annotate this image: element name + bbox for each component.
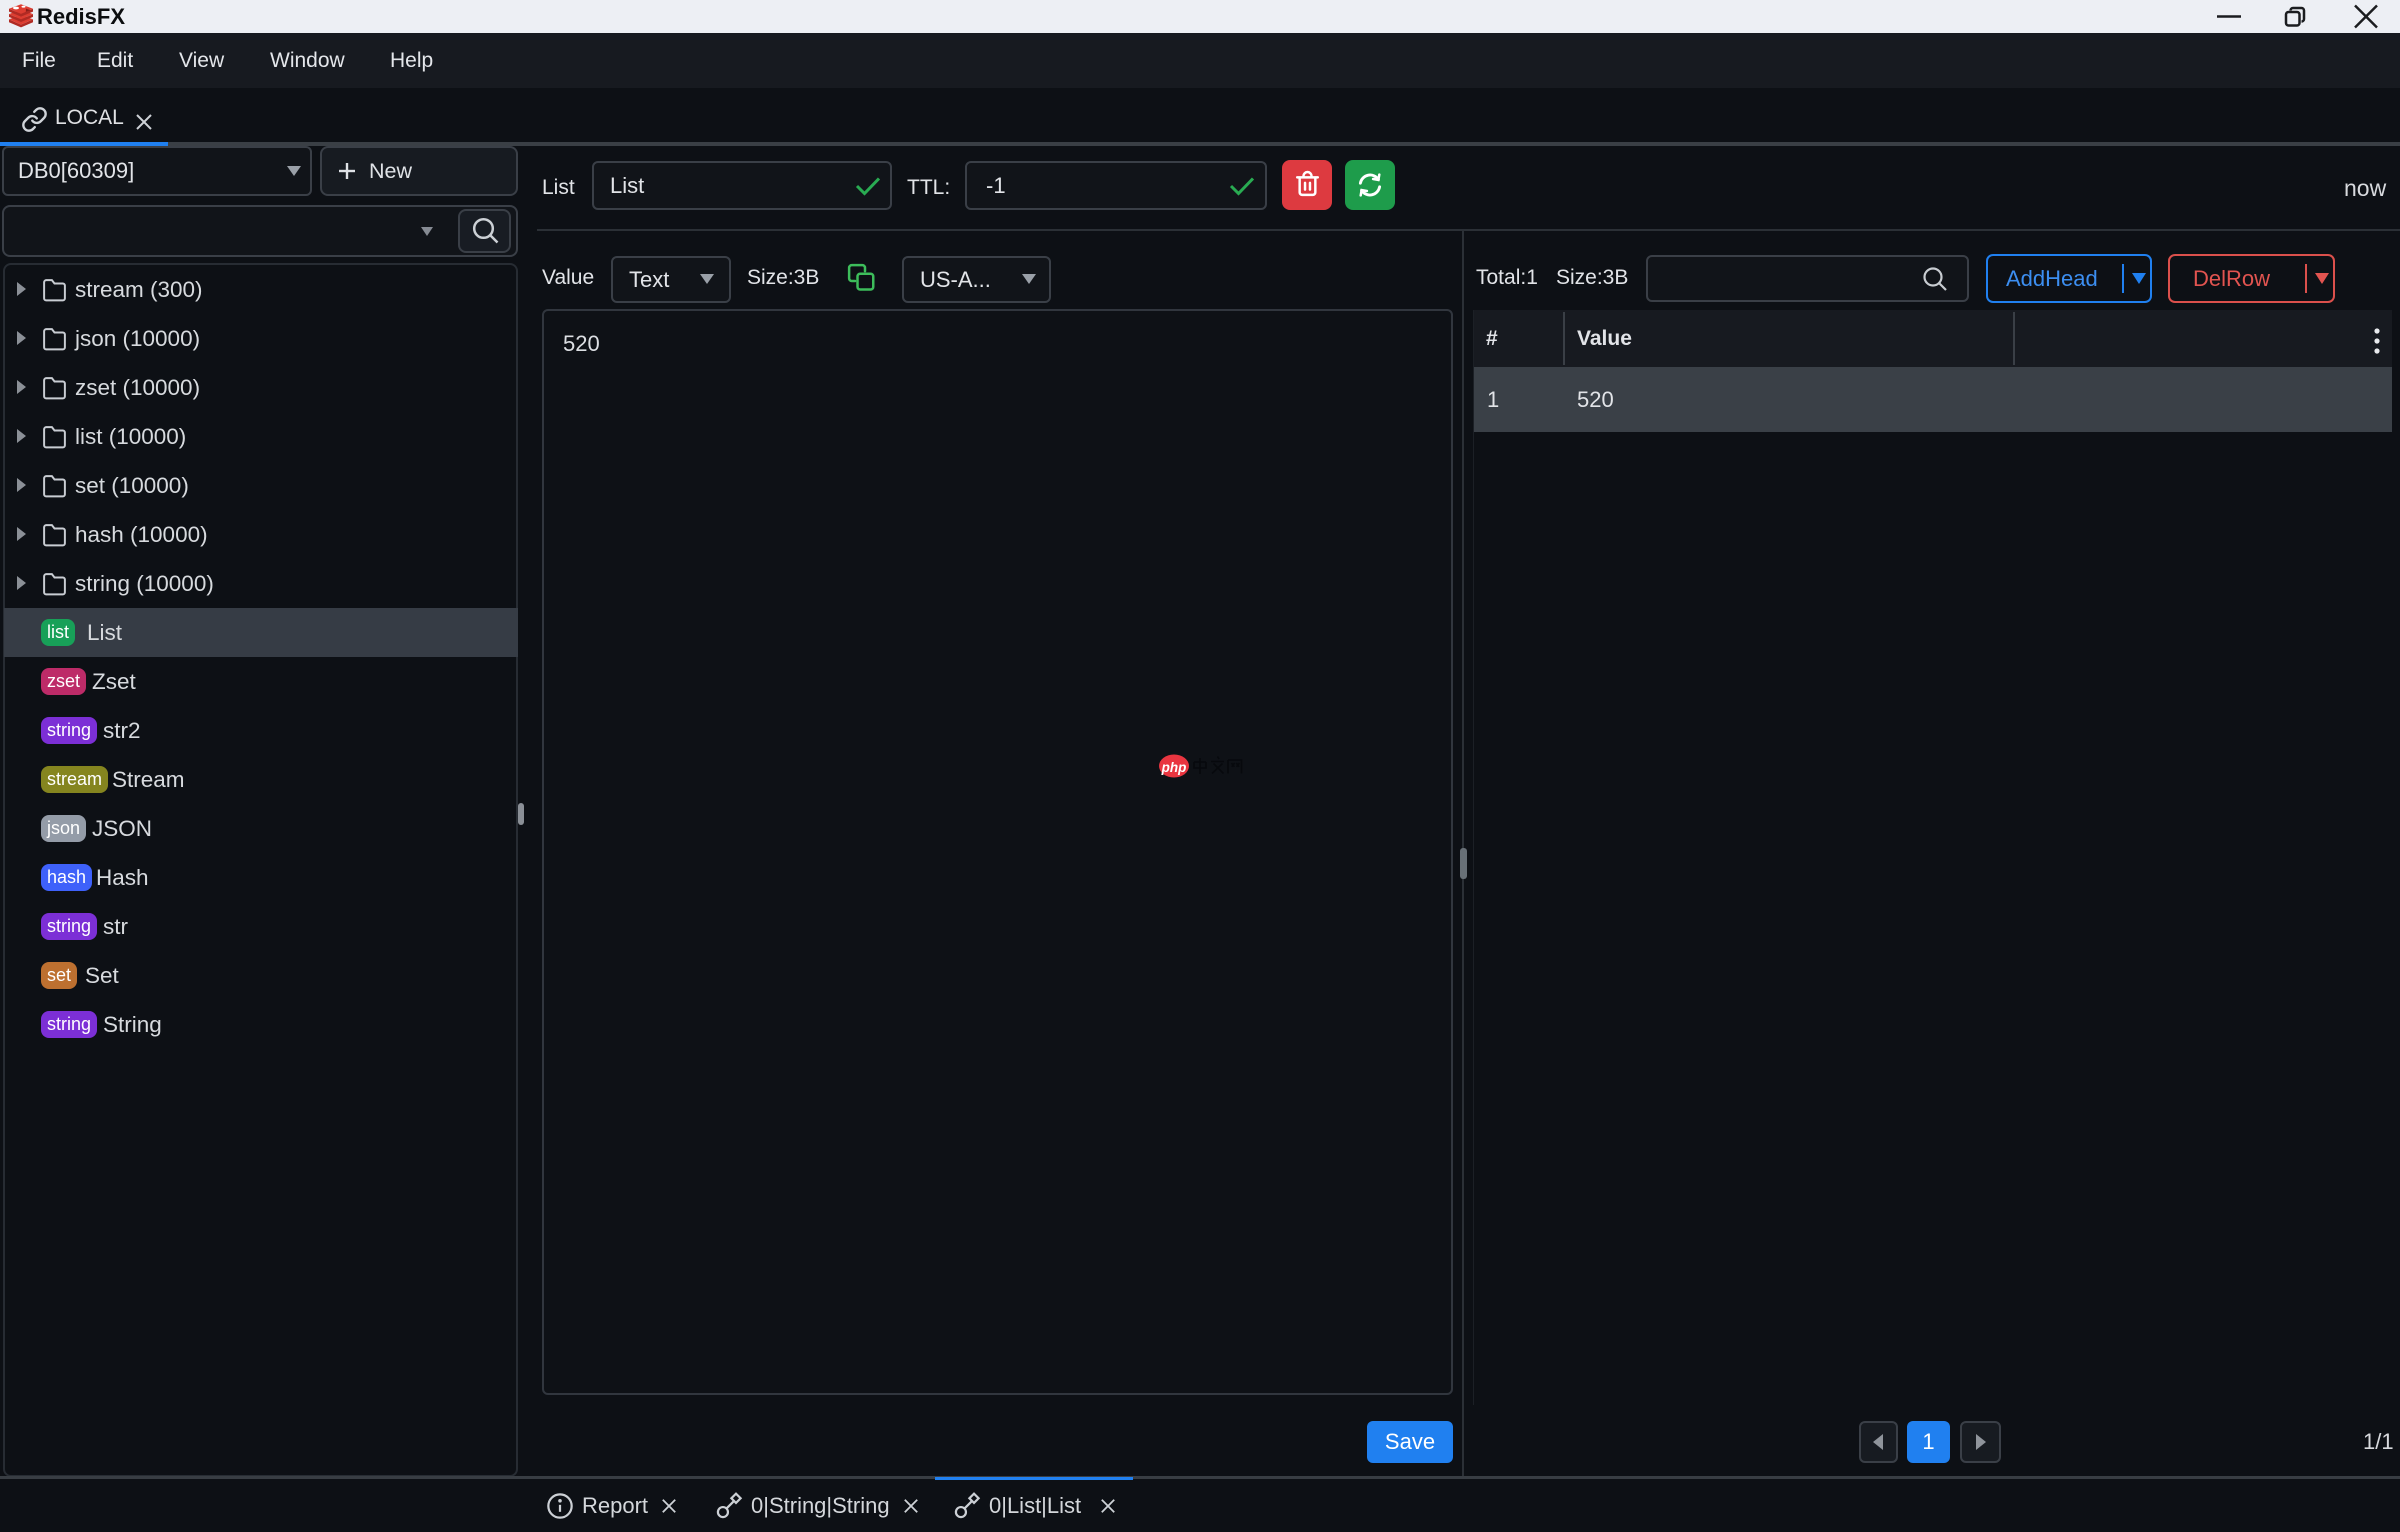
svg-text:php: php [1161,760,1187,775]
